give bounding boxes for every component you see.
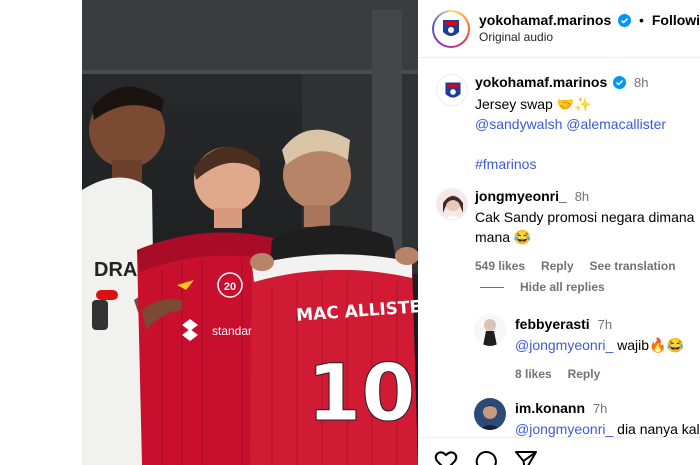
comment-bubble-icon[interactable] bbox=[474, 450, 498, 465]
verified-badge-icon bbox=[618, 14, 632, 30]
marinos-crest-icon bbox=[443, 20, 459, 36]
reply-time: 7h bbox=[592, 401, 608, 416]
comment-time: 8h bbox=[574, 189, 590, 204]
left-margin bbox=[0, 0, 82, 465]
caption-mentions[interactable]: @sandywalsh @alemacallister bbox=[475, 114, 700, 134]
comments-panel: yokohamaf.marinos • Following Original a… bbox=[418, 0, 700, 465]
avatar-photo-icon bbox=[474, 398, 506, 430]
header-author-name[interactable]: yokohamaf.marinos bbox=[479, 12, 611, 28]
replies-divider bbox=[480, 287, 504, 289]
comment-author-name[interactable]: jongmyeonri_ bbox=[475, 188, 567, 204]
reply-mention[interactable]: @jongmyeonri_ bbox=[515, 421, 613, 437]
comment-reply-button[interactable]: Reply bbox=[541, 259, 574, 273]
photo-illustration: DRAF 20 standard chartered bbox=[82, 0, 418, 465]
header-author-line: yokohamaf.marinos • Following bbox=[479, 12, 700, 30]
reply-mention[interactable]: @jongmyeonri_ bbox=[515, 337, 613, 353]
marinos-crest-icon bbox=[445, 82, 461, 98]
comment-likes[interactable]: 549 likes bbox=[475, 259, 525, 273]
hide-replies-toggle[interactable]: Hide all replies bbox=[480, 280, 605, 294]
reply-text: wajib🔥😂 bbox=[613, 337, 684, 353]
avatar-photo-icon bbox=[437, 189, 467, 219]
caption-hashtag[interactable]: #fmarinos bbox=[475, 154, 700, 174]
verified-badge-icon bbox=[613, 74, 627, 94]
reply-text: dia nanya kalo bbox=[613, 421, 700, 437]
post-photo[interactable]: DRAF 20 standard chartered bbox=[82, 0, 418, 465]
reply-author-name[interactable]: febbyerasti bbox=[515, 316, 590, 332]
caption-text: Jersey swap 🤝✨ bbox=[475, 96, 592, 112]
like-heart-icon[interactable] bbox=[434, 450, 458, 465]
author-avatar[interactable] bbox=[432, 10, 470, 48]
comment-text: Cak Sandy promosi negara dimana mana 😂 bbox=[475, 209, 695, 245]
caption-author-name[interactable]: yokohamaf.marinos bbox=[475, 74, 607, 90]
share-send-icon[interactable] bbox=[514, 450, 538, 465]
reply-author-avatar[interactable] bbox=[474, 314, 506, 346]
post-action-bar bbox=[418, 437, 700, 465]
reply-reply-button[interactable]: Reply bbox=[568, 367, 601, 381]
see-translation-button[interactable]: See translation bbox=[590, 259, 676, 273]
reply-likes[interactable]: 8 likes bbox=[515, 367, 552, 381]
avatar-photo-icon bbox=[474, 314, 506, 346]
reply-author-name[interactable]: im.konann bbox=[515, 400, 585, 416]
reply-author-avatar[interactable] bbox=[474, 398, 506, 430]
jersey-number: 10 bbox=[307, 349, 416, 439]
hide-replies-label: Hide all replies bbox=[520, 280, 605, 294]
shirt-badge: 20 bbox=[224, 281, 236, 293]
original-audio-link[interactable]: Original audio bbox=[479, 30, 553, 44]
caption-time: 8h bbox=[634, 75, 649, 90]
post-header: yokohamaf.marinos • Following Original a… bbox=[418, 0, 700, 58]
reply-time: 7h bbox=[597, 317, 613, 332]
caption-author-avatar[interactable] bbox=[436, 74, 468, 106]
following-button[interactable]: Following bbox=[652, 12, 700, 28]
header-separator: • bbox=[639, 12, 644, 28]
commenter-avatar[interactable] bbox=[436, 188, 468, 220]
